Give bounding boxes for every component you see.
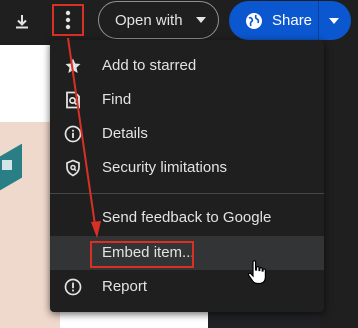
more-vert-icon xyxy=(65,10,71,30)
more-actions-menu: Add to starred Find Details Security lim… xyxy=(50,40,324,312)
menu-item-add-to-starred[interactable]: Add to starred xyxy=(50,49,324,83)
menu-item-label: Report xyxy=(102,278,148,295)
find-in-page-icon xyxy=(64,91,82,109)
hand-cursor-icon xyxy=(247,260,266,285)
menu-item-label: Security limitations xyxy=(102,159,228,176)
info-icon xyxy=(64,125,82,143)
open-with-label: Open with xyxy=(115,11,183,29)
menu-item-embed-item[interactable]: Embed item... xyxy=(50,236,324,270)
menu-item-find[interactable]: Find xyxy=(50,83,324,117)
more-actions-button[interactable] xyxy=(52,4,84,36)
shield-icon xyxy=(64,159,82,177)
globe-icon xyxy=(246,12,262,29)
menu-item-label: Find xyxy=(102,91,132,108)
star-icon xyxy=(64,57,82,75)
download-icon xyxy=(16,15,28,29)
background-panel xyxy=(320,45,358,328)
share-options-button[interactable] xyxy=(319,1,351,40)
share-button-group: Share xyxy=(229,1,351,40)
report-icon xyxy=(64,278,82,296)
download-button[interactable] xyxy=(6,6,38,38)
menu-item-send-feedback[interactable]: Send feedback to Google xyxy=(50,201,324,235)
menu-item-label: Embed item... xyxy=(102,244,195,261)
menu-divider xyxy=(50,193,324,194)
chevron-down-icon xyxy=(196,17,206,23)
menu-item-security-limitations[interactable]: Security limitations xyxy=(50,151,324,185)
chevron-down-icon xyxy=(329,18,339,24)
preview-image-highlight xyxy=(2,160,12,170)
open-with-button[interactable]: Open with xyxy=(98,1,219,39)
menu-item-label: Details xyxy=(102,125,148,142)
menu-item-label: Add to starred xyxy=(102,57,197,74)
share-label: Share xyxy=(272,12,313,29)
share-button[interactable]: Share xyxy=(229,1,318,40)
menu-item-details[interactable]: Details xyxy=(50,117,324,151)
menu-item-report[interactable]: Report xyxy=(50,270,324,304)
menu-item-label: Send feedback to Google xyxy=(102,209,272,226)
